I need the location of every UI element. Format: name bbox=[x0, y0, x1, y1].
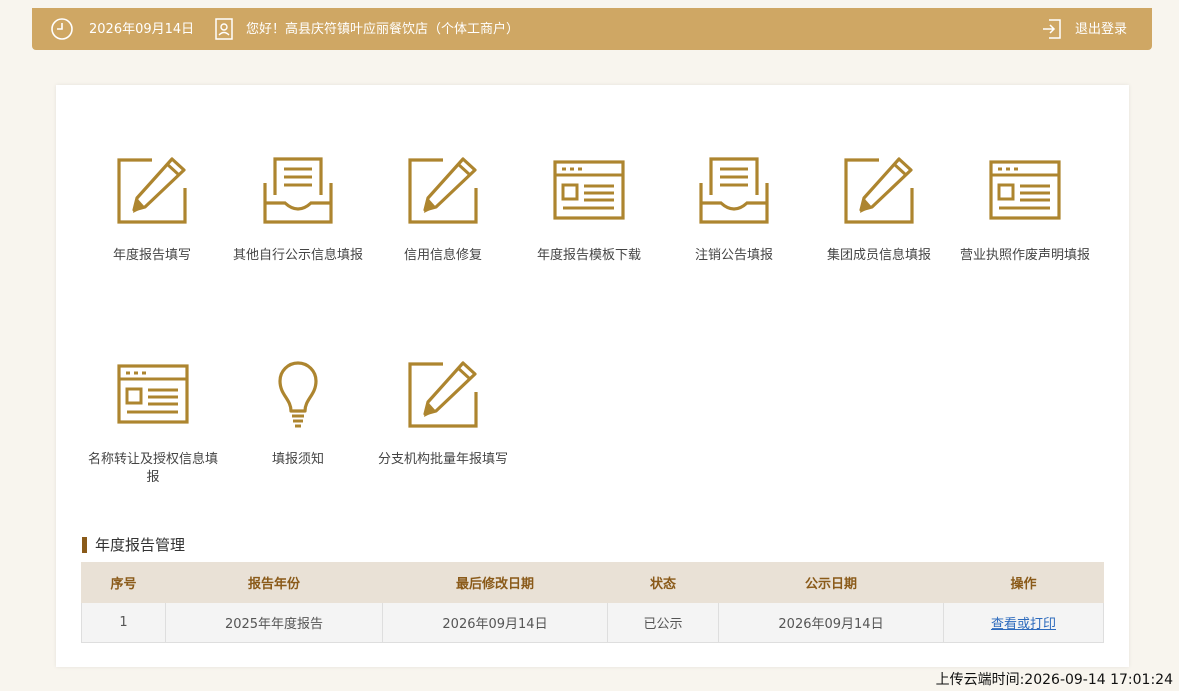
top-bar: 2026年09月14日 您好！高县庆符镇叶应丽餐饮店（个体工商户） 退出登录 bbox=[32, 8, 1152, 50]
cell-report-year: 2025年年度报告 bbox=[165, 602, 383, 643]
tile-label: 分支机构批量年报填写 bbox=[377, 452, 508, 467]
cell-action: 查看或打印 bbox=[943, 602, 1104, 643]
column-header: 状态 bbox=[607, 562, 719, 603]
column-header: 公示日期 bbox=[718, 562, 944, 603]
greeting-text: 您好！高县庆符镇叶应丽餐饮店（个体工商户） bbox=[246, 22, 520, 37]
edit-pencil-icon bbox=[370, 359, 516, 429]
tile-label: 年度报告模板下载 bbox=[536, 248, 641, 263]
edit-pencil-icon bbox=[79, 155, 225, 225]
lightbulb-icon bbox=[225, 359, 371, 429]
tile-filing-notes[interactable]: 填报须知 bbox=[225, 359, 371, 469]
clock-icon bbox=[50, 17, 74, 45]
column-header: 序号 bbox=[81, 562, 166, 603]
browser-window-icon bbox=[80, 359, 226, 429]
tile-credit-repair[interactable]: 信用信息修复 bbox=[370, 155, 516, 265]
browser-window-icon bbox=[516, 155, 662, 225]
column-header: 报告年份 bbox=[165, 562, 383, 603]
inbox-tray-icon bbox=[661, 155, 807, 225]
tile-label: 其他自行公示信息填报 bbox=[232, 248, 363, 263]
inbox-tray-icon bbox=[225, 155, 371, 225]
column-header: 最后修改日期 bbox=[382, 562, 608, 603]
user-badge-icon bbox=[213, 17, 235, 45]
column-header: 操作 bbox=[943, 562, 1104, 603]
tile-group-members[interactable]: 集团成员信息填报 bbox=[806, 155, 952, 265]
tile-name-transfer[interactable]: 名称转让及授权信息填报 bbox=[80, 359, 226, 487]
logout-icon[interactable] bbox=[1040, 17, 1064, 45]
tile-cancellation-notice[interactable]: 注销公告填报 bbox=[661, 155, 807, 265]
tile-label: 信用信息修复 bbox=[403, 248, 482, 263]
section-title-text: 年度报告管理 bbox=[95, 536, 186, 554]
cell-modified-date: 2026年09月14日 bbox=[382, 602, 608, 643]
cell-status: 已公示 bbox=[607, 602, 719, 643]
tile-label: 集团成员信息填报 bbox=[826, 248, 931, 263]
section-title-bar bbox=[82, 537, 87, 553]
table-header-row: 序号 报告年份 最后修改日期 状态 公示日期 操作 bbox=[81, 562, 1104, 603]
upload-time: 上传云端时间:2026-09-14 17:01:24 bbox=[935, 672, 1173, 688]
tile-label: 营业执照作废声明填报 bbox=[959, 248, 1090, 263]
current-date: 2026年09月14日 bbox=[89, 22, 195, 37]
annual-report-table: 序号 报告年份 最后修改日期 状态 公示日期 操作 1 2025年年度报告 20… bbox=[81, 562, 1104, 643]
tile-annual-report-fill[interactable]: 年度报告填写 bbox=[79, 155, 225, 265]
logout-link[interactable]: 退出登录 bbox=[1075, 21, 1127, 38]
tile-label: 年度报告填写 bbox=[112, 248, 191, 263]
tile-label: 填报须知 bbox=[271, 452, 324, 467]
cell-index: 1 bbox=[81, 602, 166, 643]
section-title: 年度报告管理 bbox=[82, 536, 185, 555]
view-or-print-link[interactable]: 查看或打印 bbox=[991, 617, 1056, 632]
browser-window-icon bbox=[952, 155, 1098, 225]
cell-published-date: 2026年09月14日 bbox=[718, 602, 944, 643]
tile-template-download[interactable]: 年度报告模板下载 bbox=[516, 155, 662, 265]
tile-other-disclosure[interactable]: 其他自行公示信息填报 bbox=[225, 155, 371, 265]
edit-pencil-icon bbox=[806, 155, 952, 225]
tile-branch-batch-report[interactable]: 分支机构批量年报填写 bbox=[370, 359, 516, 469]
edit-pencil-icon bbox=[370, 155, 516, 225]
tile-label: 注销公告填报 bbox=[694, 248, 773, 263]
tile-license-void[interactable]: 营业执照作废声明填报 bbox=[952, 155, 1098, 265]
tile-label: 名称转让及授权信息填报 bbox=[87, 452, 218, 485]
table-row: 1 2025年年度报告 2026年09月14日 已公示 2026年09月14日 … bbox=[81, 602, 1104, 643]
